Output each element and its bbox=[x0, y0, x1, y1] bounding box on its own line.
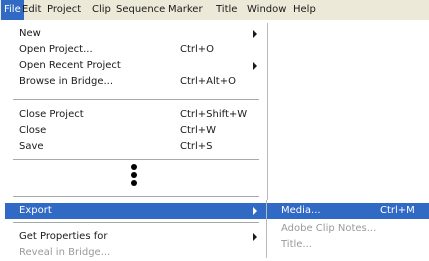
menu-item-browse-in-bridge[interactable]: Browse in Bridge... Ctrl+Alt+O bbox=[5, 74, 267, 90]
menu-item-label: Close Project bbox=[19, 109, 84, 120]
menu-item-label: Browse in Bridge... bbox=[19, 76, 114, 87]
menu-separator bbox=[13, 159, 259, 160]
menu-item-shortcut: Ctrl+O bbox=[180, 44, 215, 55]
menu-title[interactable]: Title bbox=[216, 0, 237, 20]
vertical-ellipsis-icon bbox=[131, 164, 137, 188]
menu-separator bbox=[13, 222, 259, 223]
menu-bar: File Edit Project Clip Sequence Marker T… bbox=[0, 0, 429, 20]
menu-marker[interactable]: Marker bbox=[168, 0, 203, 20]
menu-sequence[interactable]: Sequence bbox=[116, 0, 165, 20]
menu-item-close-project[interactable]: Close Project Ctrl+Shift+W bbox=[5, 107, 267, 123]
menu-item-shortcut: Ctrl+Alt+O bbox=[180, 76, 236, 87]
menu-window[interactable]: Window bbox=[247, 0, 286, 20]
menu-help[interactable]: Help bbox=[293, 0, 316, 20]
menu-item-new[interactable]: New bbox=[5, 26, 267, 42]
menu-item-reveal-in-bridge: Reveal in Bridge... bbox=[5, 245, 267, 261]
menu-project[interactable]: Project bbox=[47, 0, 81, 20]
menu-item-close[interactable]: Close Ctrl+W bbox=[5, 123, 267, 139]
menu-item-open-recent-project[interactable]: Open Recent Project bbox=[5, 58, 267, 74]
menu-item-save[interactable]: Save Ctrl+S bbox=[5, 139, 267, 155]
menu-item-label: Get Properties for bbox=[19, 231, 108, 242]
menu-item-get-properties-for[interactable]: Get Properties for bbox=[5, 229, 267, 245]
menu-item-label: Title... bbox=[281, 239, 312, 250]
file-menu-dropdown: New Open Project... Ctrl+O Open Recent P… bbox=[5, 23, 268, 258]
menu-item-label: Save bbox=[19, 141, 44, 152]
submenu-item-adobe-clip-notes: Adobe Clip Notes... bbox=[267, 221, 429, 237]
submenu-arrow-icon bbox=[253, 30, 257, 38]
menu-item-open-project[interactable]: Open Project... Ctrl+O bbox=[5, 42, 267, 58]
menu-separator bbox=[13, 196, 259, 197]
submenu-arrow-icon bbox=[253, 233, 257, 241]
menu-item-shortcut: Ctrl+W bbox=[180, 125, 217, 136]
submenu-arrow-icon bbox=[253, 207, 257, 215]
menu-item-shortcut: Ctrl+M bbox=[380, 205, 415, 216]
menu-item-label: New bbox=[19, 28, 41, 39]
menu-item-label: Export bbox=[19, 205, 52, 216]
menu-item-label: Open Recent Project bbox=[19, 60, 121, 71]
menu-item-export[interactable]: Export bbox=[5, 203, 267, 219]
menu-edit[interactable]: Edit bbox=[22, 0, 41, 20]
menu-item-label: Open Project... bbox=[19, 44, 93, 55]
menu-clip[interactable]: Clip bbox=[92, 0, 111, 20]
menu-item-label: Reveal in Bridge... bbox=[19, 247, 111, 258]
menu-file[interactable]: File bbox=[1, 0, 24, 20]
export-submenu: Media... Ctrl+M Adobe Clip Notes... Titl… bbox=[266, 200, 429, 258]
submenu-item-media[interactable]: Media... Ctrl+M bbox=[267, 203, 429, 219]
menu-item-shortcut: Ctrl+S bbox=[180, 141, 213, 152]
menu-item-label: Media... bbox=[281, 205, 321, 216]
menu-item-label: Close bbox=[19, 125, 47, 136]
submenu-item-title: Title... bbox=[267, 237, 429, 253]
menu-item-label: Adobe Clip Notes... bbox=[281, 223, 377, 234]
submenu-arrow-icon bbox=[253, 62, 257, 70]
menu-separator bbox=[13, 99, 259, 100]
menu-item-shortcut: Ctrl+Shift+W bbox=[180, 109, 248, 120]
